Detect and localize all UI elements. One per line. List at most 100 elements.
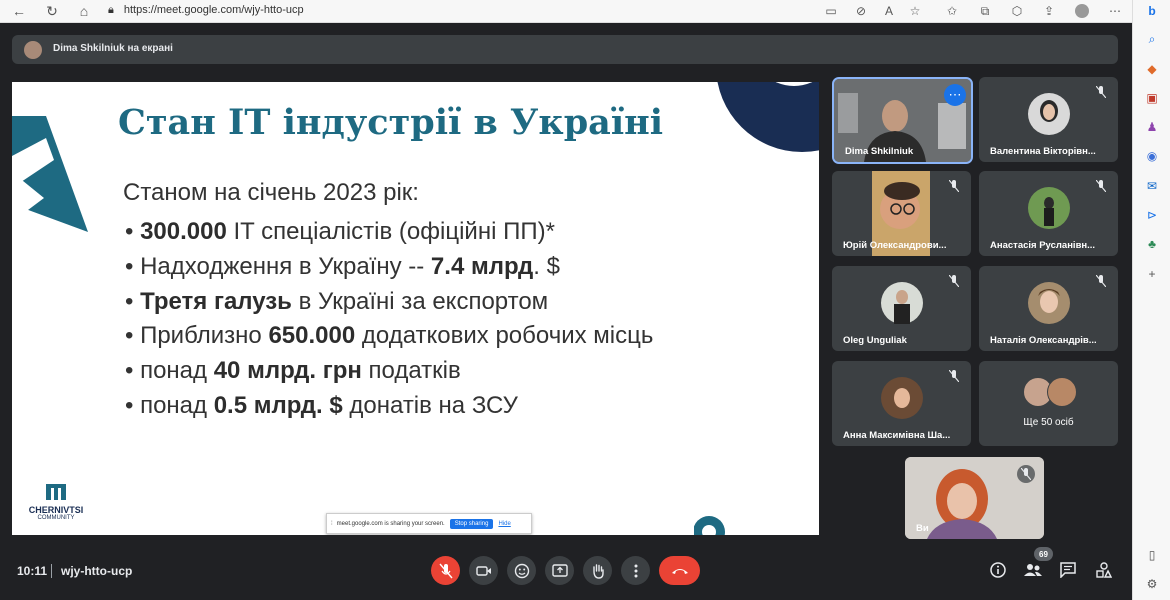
divider bbox=[51, 564, 52, 578]
participant-tile[interactable]: Анастасія Русланівн... bbox=[979, 171, 1118, 256]
chat-icon bbox=[1060, 562, 1076, 578]
camera-icon bbox=[475, 565, 491, 576]
lock-icon: 🔒︎ bbox=[108, 3, 114, 16]
sharing-notification: ⁞ meet.google.com is sharing your screen… bbox=[326, 513, 532, 534]
logo-sub: COMMUNITY bbox=[37, 515, 75, 521]
more-icon[interactable]: ⋯ bbox=[1106, 2, 1124, 20]
participant-name: Ви bbox=[916, 523, 929, 534]
browser-toolbar: ← ↻ ⌂ 🔒︎ https://meet.google.com/wjy-htt… bbox=[0, 0, 1132, 23]
stop-sharing-button[interactable]: Stop sharing bbox=[449, 518, 494, 529]
participant-tile[interactable]: Анна Максимівна Ша... bbox=[832, 361, 971, 446]
participant-name: Анна Максимівна Ша... bbox=[843, 430, 951, 441]
bing-icon[interactable]: b bbox=[1143, 2, 1161, 20]
favorites-icon[interactable]: ✩ bbox=[943, 2, 961, 20]
mic-off-icon bbox=[1094, 85, 1108, 99]
camera-toggle-button[interactable] bbox=[469, 556, 498, 585]
participant-name: Юрій Олександрови... bbox=[843, 240, 947, 251]
chernivtsi-logo: CHERNIVTSI COMMUNITY bbox=[18, 482, 94, 521]
slide-bullet: • 300.000 IT спеціалістів (офіційні ПП)* bbox=[125, 218, 555, 245]
participant-tile[interactable]: Валентина Вікторівн... bbox=[979, 77, 1118, 162]
browser-sidebar: b ⌕ ◆ ▣ ♟ ◉ ✉ ⊳ ♣ + ▯ ⚙ bbox=[1132, 0, 1170, 600]
slide-intro: Станом на січень 2023 рік: bbox=[123, 179, 419, 206]
home-icon[interactable]: ⌂ bbox=[74, 1, 94, 21]
shared-screen: Стан IT індустрії в Україні Станом на сі… bbox=[12, 82, 819, 535]
mic-off-icon bbox=[438, 563, 453, 578]
mic-off-icon bbox=[1094, 274, 1108, 288]
more-participants-label: Ще 50 осіб bbox=[1023, 417, 1074, 428]
avatar bbox=[1027, 93, 1070, 135]
search-icon[interactable]: ⌕ bbox=[1143, 30, 1161, 48]
more-options-button[interactable] bbox=[621, 556, 650, 585]
leave-call-button[interactable] bbox=[659, 556, 700, 585]
extensions-icon[interactable]: ⬡ bbox=[1008, 2, 1026, 20]
tree-icon[interactable]: ♣ bbox=[1143, 235, 1161, 253]
address-bar[interactable]: 🔒︎ https://meet.google.com/wjy-htto-ucp bbox=[108, 0, 808, 20]
people-button[interactable] bbox=[1023, 560, 1043, 580]
slide-bullet: • понад 0.5 млрд. $ донатів на ЗСУ bbox=[125, 392, 518, 419]
profile-icon[interactable] bbox=[1073, 2, 1091, 20]
chat-button[interactable] bbox=[1058, 560, 1078, 580]
people-icon bbox=[1024, 564, 1042, 576]
refresh-icon[interactable]: ↻ bbox=[42, 1, 62, 21]
participant-name: Dima Shkilniuk bbox=[845, 146, 914, 157]
more-vert-icon bbox=[634, 564, 637, 577]
emoji-icon bbox=[514, 563, 529, 578]
present-screen-icon bbox=[551, 563, 568, 577]
sidebar-toggle-icon[interactable]: ▯ bbox=[1143, 546, 1161, 564]
collections-icon[interactable]: ⧉ bbox=[976, 2, 994, 20]
share-icon[interactable]: ⇪ bbox=[1040, 2, 1058, 20]
avatar bbox=[1047, 377, 1077, 407]
participants-count-badge: 69 bbox=[1034, 547, 1053, 561]
avatar bbox=[1027, 282, 1070, 324]
participant-name: Валентина Вікторівн... bbox=[990, 146, 1096, 157]
mic-off-icon bbox=[1094, 179, 1108, 193]
participant-tile[interactable]: ⋯ Dima Shkilniuk bbox=[832, 77, 973, 164]
drag-handle-icon[interactable]: ⁞ bbox=[331, 521, 333, 527]
activities-button[interactable] bbox=[1094, 560, 1114, 580]
meeting-info-button[interactable] bbox=[988, 560, 1008, 580]
url-text: https://meet.google.com/wjy-htto-ucp bbox=[123, 4, 304, 16]
avatar bbox=[24, 41, 42, 59]
drop-icon[interactable]: ⊳ bbox=[1143, 206, 1161, 224]
participant-name: Наталія Олександрів... bbox=[990, 335, 1097, 346]
triangle-decoration bbox=[12, 116, 88, 232]
slide-bullet: • понад 40 млрд. грн податків bbox=[125, 357, 461, 384]
more-participants-tile[interactable]: Ще 50 осіб bbox=[979, 361, 1118, 446]
mic-off-icon bbox=[1017, 465, 1035, 483]
participant-tile[interactable]: Юрій Олександрови... bbox=[832, 171, 971, 256]
info-icon bbox=[990, 562, 1006, 578]
self-tile[interactable]: Ви bbox=[905, 457, 1044, 539]
avatar bbox=[880, 282, 923, 324]
settings-icon[interactable]: ⚙ bbox=[1143, 575, 1161, 593]
participant-tile[interactable]: Oleg Unguliak bbox=[832, 266, 971, 351]
activities-icon bbox=[1096, 562, 1112, 578]
games-icon[interactable]: ♟ bbox=[1143, 118, 1161, 136]
more-options-icon[interactable]: ⋯ bbox=[944, 84, 966, 106]
read-aloud-icon[interactable]: A bbox=[880, 2, 898, 20]
back-icon[interactable]: ← bbox=[9, 1, 29, 21]
mic-off-icon bbox=[947, 369, 961, 383]
logo-icon bbox=[46, 484, 66, 500]
outlook-icon[interactable]: ✉ bbox=[1143, 177, 1161, 195]
slide-title: Стан IT індустрії в Україні bbox=[118, 102, 664, 143]
participant-name: Oleg Unguliak bbox=[843, 335, 907, 346]
tracking-icon[interactable]: ⊘ bbox=[852, 2, 870, 20]
ring-decoration-small bbox=[694, 516, 725, 535]
tag-icon[interactable]: ◆ bbox=[1143, 60, 1161, 78]
present-button[interactable] bbox=[545, 556, 574, 585]
toolbox-icon[interactable]: ▣ bbox=[1143, 89, 1161, 107]
raise-hand-button[interactable] bbox=[583, 556, 612, 585]
favorite-add-icon[interactable]: ☆ bbox=[906, 2, 924, 20]
mic-toggle-button[interactable] bbox=[431, 556, 460, 585]
slide-bullet: • Третя галузь в Україні за експортом bbox=[125, 288, 549, 315]
camera-icon[interactable]: ▭ bbox=[822, 2, 840, 20]
hand-icon bbox=[592, 563, 604, 579]
participant-tile[interactable]: Наталія Олександрів... bbox=[979, 266, 1118, 351]
add-icon[interactable]: + bbox=[1143, 265, 1161, 283]
meeting-time: 10:11 bbox=[17, 564, 48, 578]
hide-link[interactable]: Hide bbox=[498, 521, 510, 527]
mic-off-icon bbox=[947, 179, 961, 193]
m365-icon[interactable]: ◉ bbox=[1143, 147, 1161, 165]
reactions-button[interactable] bbox=[507, 556, 536, 585]
presenter-banner: Dima Shkilniuk на екрані bbox=[12, 35, 1118, 64]
